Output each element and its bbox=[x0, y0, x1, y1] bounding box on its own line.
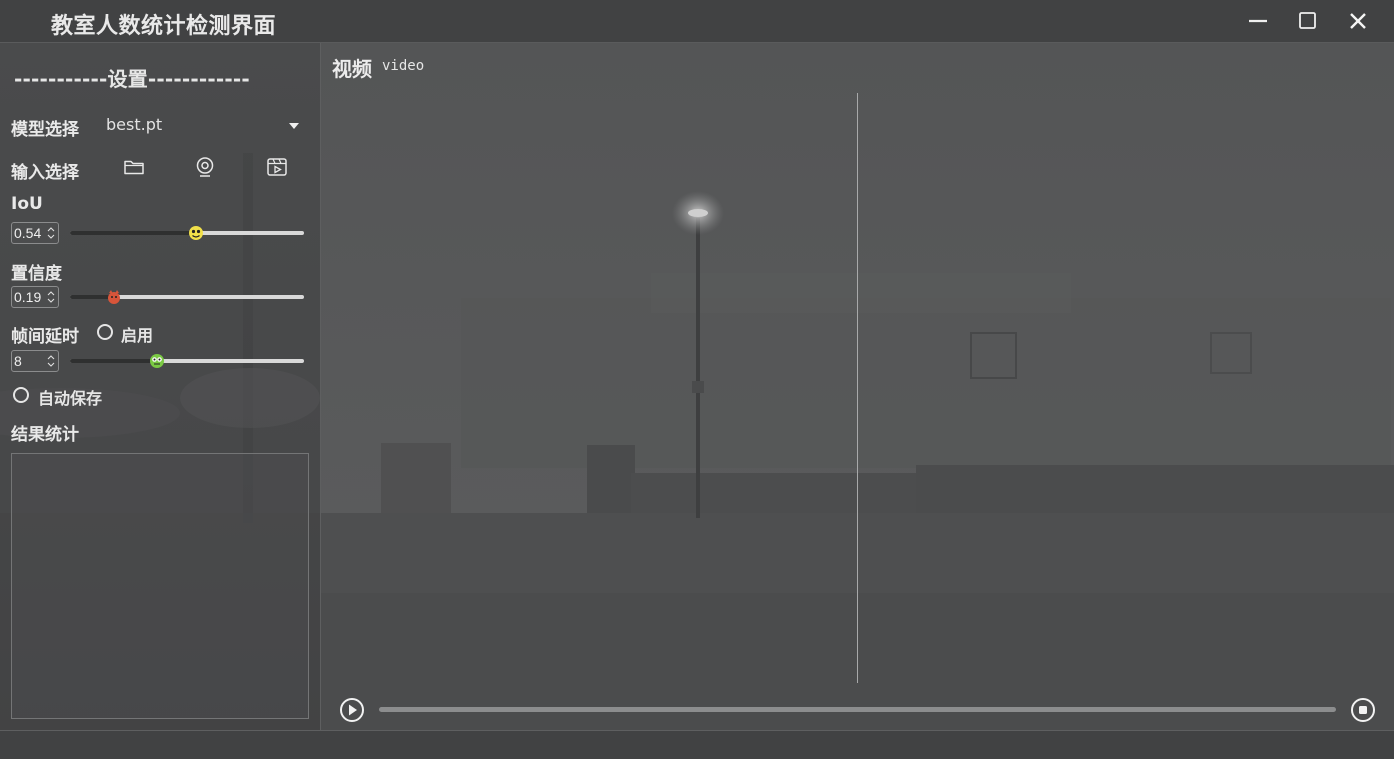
window-title: 教室人数统计检测界面 bbox=[51, 14, 277, 39]
iou-value: 0.54 bbox=[14, 225, 42, 241]
minimize-icon bbox=[1249, 19, 1267, 23]
video-sublabel: video bbox=[382, 58, 425, 74]
webcam-icon bbox=[196, 157, 214, 177]
close-icon bbox=[1350, 13, 1366, 29]
input-select-label: 输入选择 bbox=[11, 163, 79, 183]
video-file-icon bbox=[267, 158, 287, 176]
video-panel: 视频 video bbox=[321, 43, 1394, 730]
iou-slider[interactable] bbox=[70, 231, 304, 235]
stop-button[interactable] bbox=[1350, 697, 1376, 723]
spin-arrows-icon[interactable] bbox=[47, 225, 55, 241]
chevron-down-icon[interactable] bbox=[287, 119, 301, 133]
iou-slider-handle[interactable] bbox=[188, 225, 204, 241]
maximize-icon bbox=[1299, 12, 1316, 29]
frame-delay-spinbox[interactable]: 8 bbox=[11, 350, 59, 372]
play-button[interactable] bbox=[339, 697, 365, 723]
close-button[interactable] bbox=[1345, 8, 1371, 34]
minimize-button[interactable] bbox=[1245, 8, 1271, 34]
play-icon bbox=[340, 698, 364, 722]
model-select-value[interactable]: best.pt bbox=[106, 115, 162, 134]
frame-delay-slider[interactable] bbox=[70, 359, 304, 363]
spin-arrows-icon[interactable] bbox=[47, 289, 55, 305]
iou-label: IoU bbox=[11, 194, 43, 214]
iou-slider-fill bbox=[70, 231, 197, 235]
title-bar: 教室人数统计检测界面 bbox=[0, 0, 1394, 43]
video-progress-bar[interactable] bbox=[379, 707, 1336, 712]
stop-icon bbox=[1351, 698, 1375, 722]
model-select-label: 模型选择 bbox=[11, 120, 79, 140]
status-bar bbox=[0, 730, 1394, 759]
frame-delay-label: 帧间延时 bbox=[11, 327, 79, 347]
settings-sidebar: -----------设置------------ 模型选择 best.pt 输… bbox=[0, 43, 321, 730]
settings-title: -----------设置------------ bbox=[14, 67, 250, 91]
webcam-button[interactable] bbox=[193, 155, 217, 179]
frame-delay-slider-fill bbox=[70, 359, 157, 363]
confidence-value: 0.19 bbox=[14, 289, 42, 305]
maximize-button[interactable] bbox=[1295, 8, 1321, 34]
frame-delay-slider-handle[interactable] bbox=[149, 353, 165, 369]
frame-delay-enable-label: 启用 bbox=[121, 326, 154, 345]
confidence-slider-handle[interactable] bbox=[106, 289, 122, 305]
iou-spinbox[interactable]: 0.54 bbox=[11, 222, 59, 244]
results-label: 结果统计 bbox=[11, 425, 79, 445]
frame-delay-value: 8 bbox=[14, 353, 22, 369]
video-label: 视频 bbox=[332, 57, 372, 81]
video-divider bbox=[857, 93, 858, 683]
spin-arrows-icon[interactable] bbox=[47, 353, 55, 369]
auto-save-radio[interactable] bbox=[13, 387, 29, 403]
frame-delay-enable-radio[interactable] bbox=[97, 324, 113, 340]
auto-save-label: 自动保存 bbox=[38, 389, 103, 408]
folder-icon bbox=[124, 160, 144, 175]
folder-button[interactable] bbox=[122, 155, 146, 179]
video-file-button[interactable] bbox=[265, 155, 289, 179]
confidence-label: 置信度 bbox=[11, 264, 62, 284]
confidence-spinbox[interactable]: 0.19 bbox=[11, 286, 59, 308]
confidence-slider[interactable] bbox=[70, 295, 304, 299]
results-panel[interactable] bbox=[11, 453, 309, 719]
